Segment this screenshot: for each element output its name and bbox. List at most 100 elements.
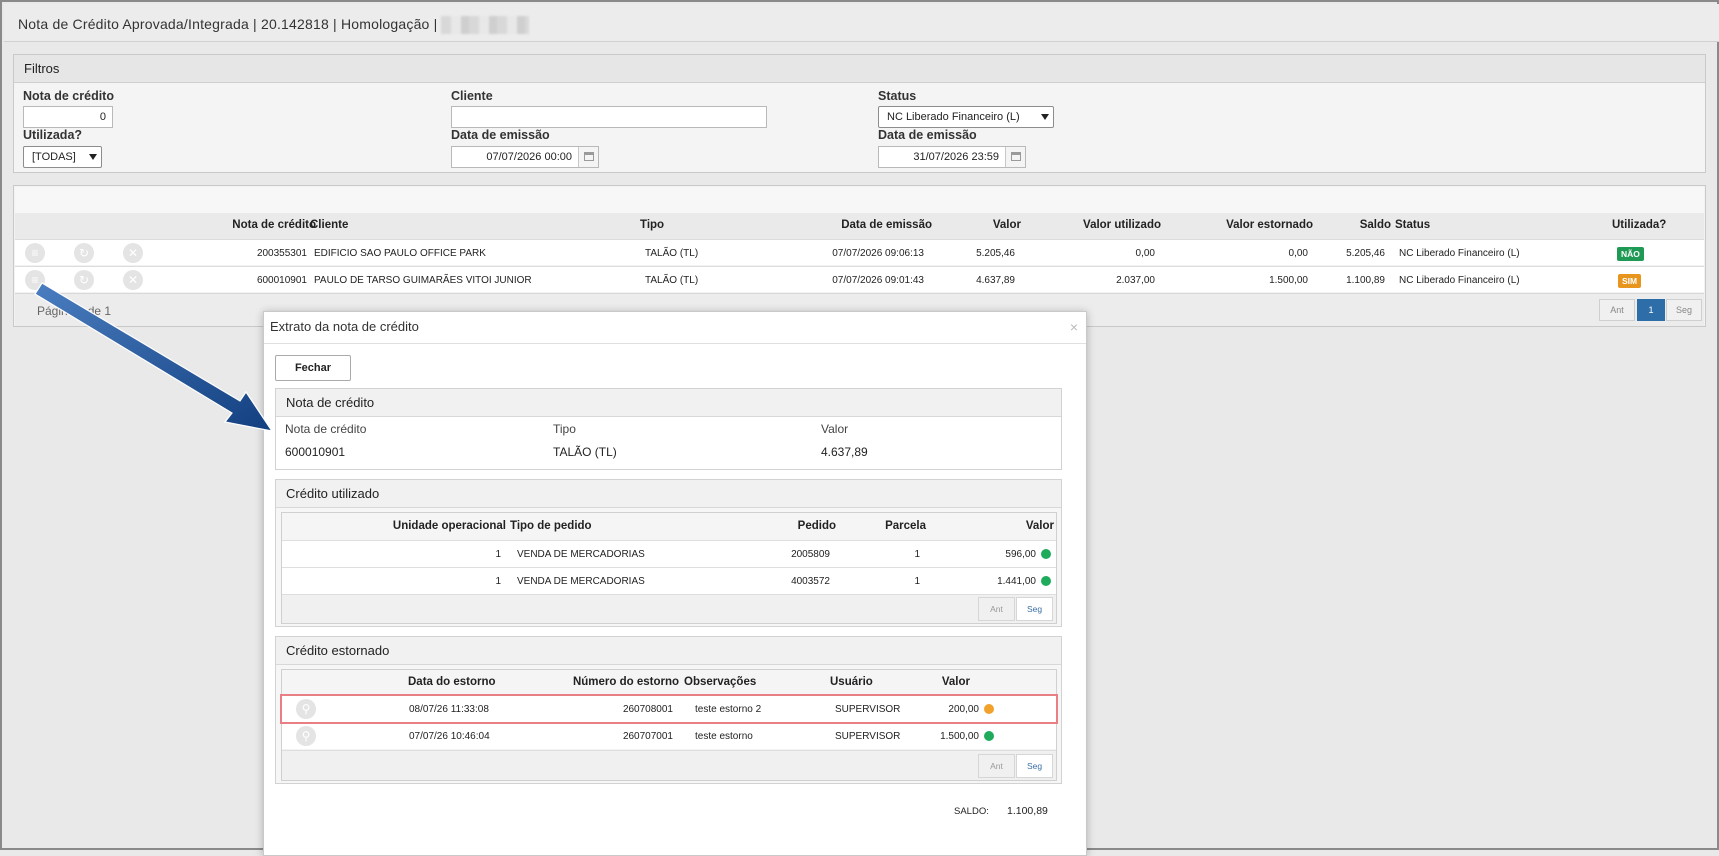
credito-estornado-heading: Crédito estornado (276, 637, 1061, 665)
next-page-button[interactable]: Seg (1016, 597, 1053, 621)
col-usuario: Usuário (830, 676, 873, 688)
search-icon[interactable]: ⚲ (296, 726, 316, 746)
table-row[interactable]: 1 VENDA DE MERCADORIAS 4003572 1 1.441,0… (282, 567, 1056, 594)
credito-estornado-table: Data do estorno Número do estorno Observ… (281, 669, 1057, 781)
highlight-outline (280, 694, 1058, 724)
data-emissao-to-value: 31/07/2026 23:59 (913, 151, 999, 163)
cell-valor: 1.441,00 (997, 576, 1036, 587)
menu-icon[interactable]: ≡ (25, 270, 45, 290)
col-utilizada: Utilizada? (1612, 219, 1667, 231)
col-data-estorno: Data do estorno (408, 676, 496, 688)
data-emissao-to-label: Data de emissão (878, 128, 977, 142)
modal-title-text: Extrato da nota de crédito (270, 319, 419, 334)
utilizada-select-value: [TODAS] (32, 151, 76, 163)
cell-saldo: 1.100,89 (1346, 275, 1385, 286)
col-tipo-pedido: Tipo de pedido (510, 520, 592, 532)
utilizada-select[interactable]: [TODAS] (23, 146, 102, 168)
prev-page-button[interactable]: Ant (978, 754, 1015, 778)
cell-data: 07/07/26 10:46:04 (409, 731, 490, 742)
cell-valor-utilizado: 0,00 (1135, 248, 1155, 259)
cell-numero: 260707001 (622, 731, 673, 742)
filters-heading: Filtros (14, 55, 1705, 83)
cliente-input[interactable] (451, 106, 767, 128)
cell-valor-estornado: 1.500,00 (1269, 275, 1308, 286)
cell-tipo: VENDA DE MERCADORIAS (517, 549, 645, 560)
nota-credito-label: Nota de crédito (23, 89, 114, 103)
cell-pedido: 4003572 (791, 576, 830, 587)
cell-valor: 1.500,00 (940, 731, 979, 742)
col-valor: Valor (1025, 520, 1054, 532)
col-status: Status (1395, 219, 1431, 231)
cancel-icon[interactable]: ✕ (123, 243, 143, 263)
fechar-button[interactable]: Fechar (275, 355, 351, 381)
status-select-value: NC Liberado Financeiro (L) (887, 111, 1020, 123)
next-page-button[interactable]: Seg (1666, 299, 1702, 321)
redacted-environment (441, 16, 530, 35)
valor-label: Valor (821, 422, 849, 436)
col-data-emissao: Data de emissão (841, 219, 932, 231)
app-window: Nota de Crédito Aprovada/Integrada | 20.… (0, 0, 1719, 856)
cell-valor: 4.637,89 (976, 275, 1015, 286)
status-select[interactable]: NC Liberado Financeiro (L) (878, 106, 1054, 128)
cell-data: 07/07/2026 09:01:43 (832, 275, 924, 286)
saldo-label: SALDO: (954, 806, 989, 817)
cell-status: NC Liberado Financeiro (L) (1399, 248, 1520, 259)
extrato-modal: Extrato da nota de crédito × Fechar Nota… (263, 311, 1087, 856)
menu-icon[interactable]: ≡ (25, 243, 45, 263)
saldo-value: 1.100,89 (1007, 805, 1048, 817)
data-emissao-to-input[interactable]: 31/07/2026 23:59 (878, 146, 1026, 168)
filters-panel: Filtros Nota de crédito 0 Cliente Status… (13, 54, 1706, 173)
table-footer: Ant Seg (282, 750, 1056, 780)
cell-tipo: TALÃO (TL) (645, 275, 699, 286)
nota-value: 600010901 (285, 445, 346, 459)
cell-nota: 200355301 (256, 248, 307, 259)
col-parcela: Parcela (885, 520, 926, 532)
cell-pedido: 2005809 (791, 549, 830, 560)
prev-page-button[interactable]: Ant (978, 597, 1015, 621)
table-header-row: Nota de crédito Cliente Tipo Data de emi… (15, 213, 1704, 239)
utilizada-badge-sim: SIM (1618, 274, 1642, 288)
credito-utilizado-section: Crédito utilizado Unidade operacional Ti… (275, 479, 1062, 627)
modal-title: Extrato da nota de crédito × (264, 312, 1086, 344)
calendar-button[interactable] (578, 147, 598, 167)
col-nota-credito: Nota de crédito (232, 219, 316, 231)
nota-credito-input[interactable]: 0 (23, 106, 113, 128)
refresh-icon[interactable]: ↻ (74, 270, 94, 290)
utilizada-badge-nao: NÃO (1617, 247, 1644, 261)
chevron-down-icon (1041, 114, 1049, 120)
col-observacoes: Observações (684, 676, 757, 688)
col-valor-estornado: Valor estornado (1226, 219, 1313, 231)
cell-usuario: SUPERVISOR (835, 731, 901, 742)
nota-label: Nota de crédito (285, 422, 367, 436)
col-saldo: Saldo (1359, 219, 1391, 231)
cell-unidade: 1 (495, 576, 501, 587)
credito-utilizado-heading: Crédito utilizado (276, 480, 1061, 508)
refresh-icon[interactable]: ↻ (74, 243, 94, 263)
nota-credito-table: Nota de crédito Cliente Tipo Data de emi… (13, 185, 1706, 327)
table-header-row: Data do estorno Número do estorno Observ… (282, 670, 1056, 695)
calendar-button[interactable] (1005, 147, 1025, 167)
tipo-label: Tipo (553, 422, 576, 436)
table-row[interactable]: ⚲ 07/07/26 10:46:04 260707001 teste esto… (282, 722, 1056, 749)
data-emissao-from-value: 07/07/2026 00:00 (486, 151, 572, 163)
prev-page-button[interactable]: Ant (1599, 299, 1635, 321)
table-row[interactable]: ≡ ↻ ✕ 600010901 PAULO DE TARSO GUIMARÃES… (15, 266, 1704, 292)
cell-valor-estornado: 0,00 (1288, 248, 1308, 259)
page-1-button[interactable]: 1 (1637, 299, 1665, 321)
cancel-icon[interactable]: ✕ (123, 270, 143, 290)
table-row[interactable]: ≡ ↻ ✕ 200355301 EDIFICIO SAO PAULO OFFIC… (15, 239, 1704, 265)
nota-section-heading: Nota de crédito (276, 389, 1061, 417)
status-dot-green (984, 731, 994, 741)
col-valor: Valor (992, 219, 1021, 231)
data-emissao-from-label: Data de emissão (451, 128, 550, 142)
close-icon[interactable]: × (1070, 320, 1078, 334)
table-footer: Ant Seg (282, 594, 1056, 623)
table-row[interactable]: 1 VENDA DE MERCADORIAS 2005809 1 596,00 (282, 540, 1056, 567)
window-title: Nota de Crédito Aprovada/Integrada | 20.… (18, 16, 438, 32)
status-dot-green (1041, 549, 1051, 559)
page-indicator: Página 1 de 1 (37, 304, 112, 318)
data-emissao-from-input[interactable]: 07/07/2026 00:00 (451, 146, 599, 168)
next-page-button[interactable]: Seg (1016, 754, 1053, 778)
window-title-bar: Nota de Crédito Aprovada/Integrada | 20.… (4, 4, 1719, 42)
valor-value: 4.637,89 (821, 445, 868, 459)
